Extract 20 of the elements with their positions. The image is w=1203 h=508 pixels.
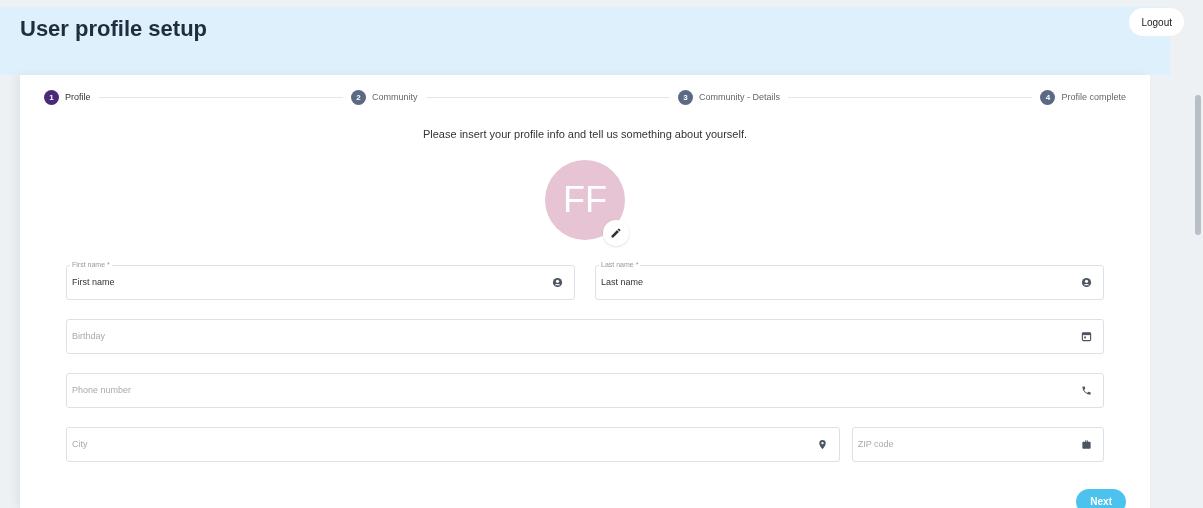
logout-button[interactable]: Logout: [1129, 8, 1184, 36]
calendar-icon: [1081, 330, 1092, 342]
input-field[interactable]: ZIP code: [851, 426, 1104, 462]
person-icon: [552, 276, 563, 288]
page-title: User profile setup: [20, 15, 208, 43]
phone-icon: [1081, 384, 1092, 396]
step[interactable]: 1 Profile: [44, 90, 91, 105]
person-icon: [1081, 276, 1092, 288]
pencil-icon: [610, 226, 622, 239]
input-field[interactable]: City: [66, 426, 840, 462]
step[interactable]: 2 Community: [351, 90, 418, 105]
intro-text: Please insert your profile info and tell us something about yourself.: [421, 127, 749, 142]
step[interactable]: 3 Community - Details: [677, 90, 780, 105]
avatar-initials: FF: [563, 181, 607, 218]
briefcase-icon: [1081, 438, 1092, 450]
input-field[interactable]: Birthday: [66, 318, 1104, 354]
location-pin-icon: [816, 438, 828, 450]
edit-avatar-button[interactable]: [603, 219, 629, 246]
step[interactable]: 4 Profile complete: [1040, 90, 1126, 105]
input-field[interactable]: Phone number: [66, 372, 1104, 408]
